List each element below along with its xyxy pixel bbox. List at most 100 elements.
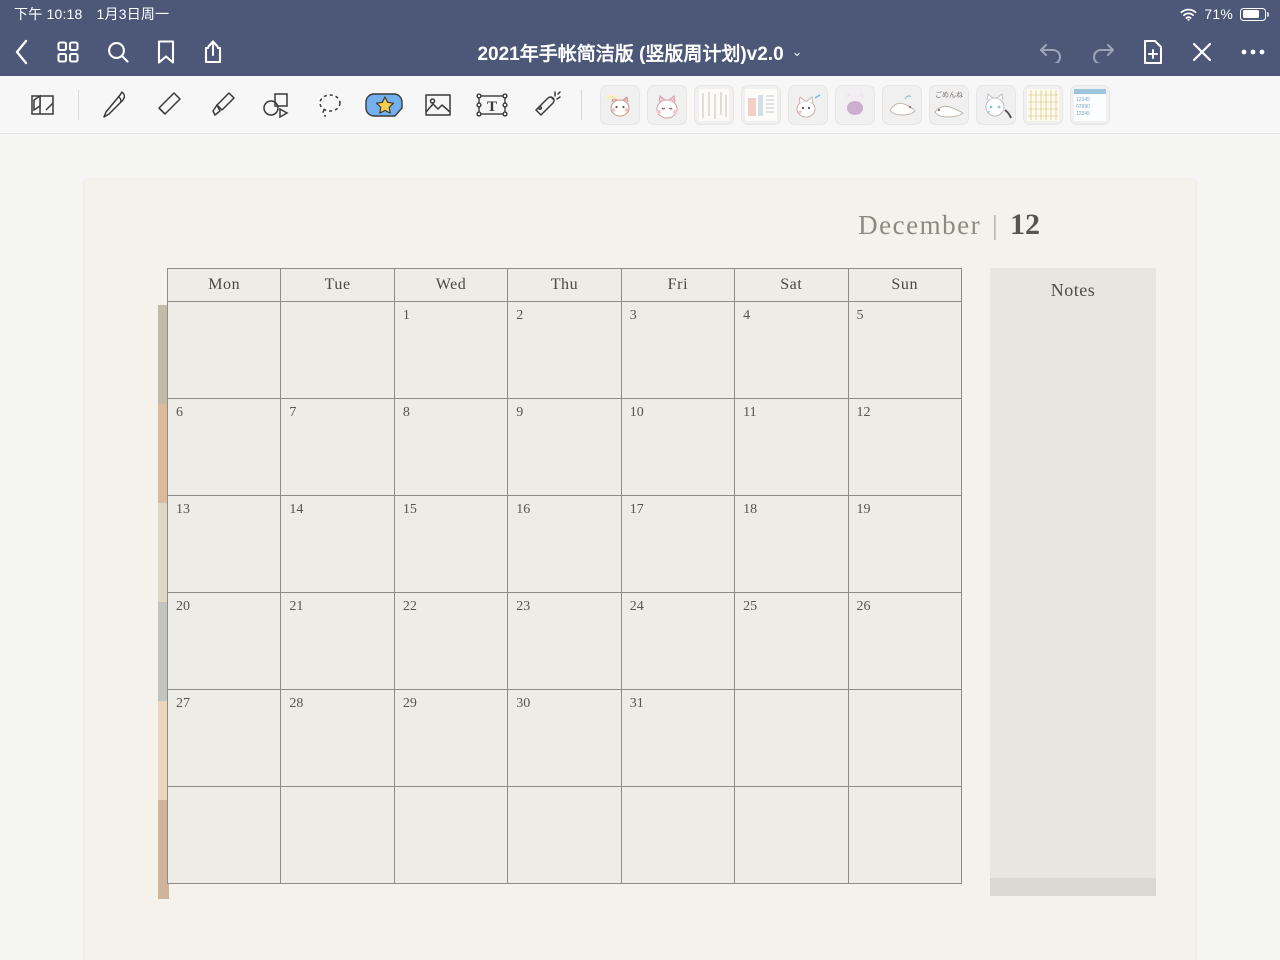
day-number: 23 — [516, 599, 531, 614]
calendar-day-cell-7[interactable]: 7 — [280, 398, 395, 496]
day-number: 17 — [629, 502, 644, 517]
sticker-thumb-cat-crying[interactable] — [976, 84, 1016, 125]
sticker-thumb-grid-sheet[interactable] — [1023, 84, 1063, 125]
calendar-day-cell-13[interactable]: 13 — [166, 495, 282, 593]
calendar-day-cell-20[interactable]: 20 — [166, 592, 282, 690]
notebook-page[interactable]: December | 12 Mon Tue Wed Thu Fri Sat Sun 1234… — [85, 180, 1195, 960]
day-number: 26 — [856, 599, 871, 614]
calendar-body: 1 2 3 4 5 6 7 8 9 10 11 12 13 14 15 16 17 18 19 20 21 22 23 24 2… — [166, 301, 963, 884]
sticker-thumb-cat-purple[interactable] — [835, 84, 875, 125]
calendar-day-cell-21[interactable]: 21 — [280, 592, 395, 690]
add-page-button[interactable] — [1142, 39, 1164, 65]
close-button[interactable] — [1190, 40, 1214, 64]
calendar-empty-cell[interactable] — [166, 301, 282, 399]
calendar-day-cell-26[interactable]: 26 — [847, 592, 963, 690]
calendar-day-cell-14[interactable]: 14 — [280, 495, 395, 593]
calendar-day-cell-11[interactable]: 11 — [734, 398, 849, 496]
calendar-empty-cell[interactable] — [847, 786, 963, 884]
day-number: 12 — [856, 405, 871, 420]
calendar-day-cell-3[interactable]: 3 — [620, 301, 736, 399]
calendar-day-cell-15[interactable]: 15 — [393, 495, 509, 593]
calendar-day-cell-19[interactable]: 19 — [847, 495, 963, 593]
calendar-empty-cell[interactable] — [393, 786, 509, 884]
back-button[interactable] — [14, 39, 30, 65]
calendar-week-row: 27 28 29 30 31 — [166, 689, 963, 787]
highlighter-tool[interactable] — [195, 82, 249, 128]
calendar-day-cell-8[interactable]: 8 — [393, 398, 509, 496]
calendar-empty-cell[interactable] — [280, 786, 395, 884]
day-number: 4 — [743, 308, 751, 323]
status-bar-left: 下午 10:18 1月3日周一 — [14, 4, 169, 24]
svg-text:T: T — [487, 99, 497, 115]
day-number — [168, 787, 280, 793]
day-number: 29 — [402, 696, 417, 711]
magic-wand-tool[interactable] — [519, 82, 573, 128]
sticker-thumb-text-sheet[interactable] — [694, 84, 734, 125]
calendar-day-cell-29[interactable]: 29 — [393, 689, 509, 787]
bookmark-button[interactable] — [156, 39, 176, 65]
undo-button[interactable] — [1038, 41, 1064, 63]
day-number — [735, 787, 847, 793]
text-tool[interactable]: T — [465, 82, 519, 128]
calendar-day-cell-1[interactable]: 1 — [393, 301, 509, 399]
calendar-day-cell-5[interactable]: 5 — [847, 301, 963, 399]
calendar-day-cell-25[interactable]: 25 — [734, 592, 849, 690]
sticker-thumb-cat-gomenne[interactable]: ごめんね — [929, 84, 969, 125]
document-canvas[interactable]: December | 12 Mon Tue Wed Thu Fri Sat Sun 1234… — [0, 134, 1280, 960]
sticker-thumb-number-sheet[interactable]: 12345 67890 12345 — [1070, 84, 1110, 125]
header-separator: | — [992, 210, 999, 240]
thumbnails-button[interactable] — [56, 40, 80, 64]
calendar-day-cell-12[interactable]: 12 — [847, 398, 963, 496]
nav-bar: 2021年手帐简洁版 (竖版周计划)v2.0 ⌄ — [0, 28, 1280, 76]
sticker-thumb-cat-ok[interactable] — [788, 84, 828, 125]
calendar-day-cell-23[interactable]: 23 — [507, 592, 622, 690]
calendar-day-cell-6[interactable]: 6 — [166, 398, 282, 496]
calendar-day-cell-28[interactable]: 28 — [280, 689, 395, 787]
calendar-empty-cell[interactable] — [620, 786, 736, 884]
calendar-day-cell-10[interactable]: 10 — [620, 398, 736, 496]
calendar-week-row: 1 2 3 4 5 — [166, 301, 963, 399]
notes-panel[interactable]: Notes — [990, 268, 1156, 896]
sticker-thumb-cat-wave[interactable] — [600, 84, 640, 125]
tool-palette: T ごめんね 12345 67890 12345 — [0, 76, 1280, 134]
calendar-day-cell-22[interactable]: 22 — [393, 592, 509, 690]
calendar-day-cell-2[interactable]: 2 — [507, 301, 622, 399]
page-flip-tool[interactable] — [16, 82, 70, 128]
calendar-day-cell-31[interactable]: 31 — [620, 689, 736, 787]
calendar-day-cell-24[interactable]: 24 — [620, 592, 736, 690]
share-button[interactable] — [202, 39, 224, 65]
calendar-day-cell-30[interactable]: 30 — [507, 689, 622, 787]
redo-button[interactable] — [1090, 41, 1116, 63]
sticker-thumb-cat-pink-ears[interactable] — [647, 84, 687, 125]
toolbar-divider — [78, 89, 79, 120]
more-button[interactable] — [1240, 48, 1266, 56]
calendar-day-cell-17[interactable]: 17 — [620, 495, 736, 593]
calendar-empty-cell[interactable] — [507, 786, 622, 884]
calendar-day-cell-16[interactable]: 16 — [507, 495, 622, 593]
calendar-empty-cell[interactable] — [734, 689, 849, 787]
calendar-day-cell-4[interactable]: 4 — [734, 301, 849, 399]
sticker-thumb-cat-lying[interactable] — [882, 84, 922, 125]
calendar-empty-cell[interactable] — [166, 786, 282, 884]
calendar-empty-cell[interactable] — [734, 786, 849, 884]
sticker-tool[interactable] — [357, 82, 411, 128]
notes-title: Notes — [1050, 280, 1096, 300]
sticker-thumb-washi-sheet[interactable] — [741, 84, 781, 125]
pen-tool[interactable] — [87, 82, 141, 128]
calendar-empty-cell[interactable] — [847, 689, 963, 787]
svg-text:67890: 67890 — [1076, 104, 1090, 110]
day-number: 20 — [176, 599, 190, 614]
calendar-day-cell-27[interactable]: 27 — [166, 689, 282, 787]
calendar-grid[interactable]: Mon Tue Wed Thu Fri Sat Sun 1 2 3 4 5 6 7 8 9 10 11 12 13 1… — [166, 268, 963, 884]
search-button[interactable] — [106, 40, 130, 64]
shapes-tool[interactable] — [249, 82, 303, 128]
status-bar: 下午 10:18 1月3日周一 71% — [0, 0, 1280, 28]
day-number: 10 — [629, 405, 644, 420]
calendar-empty-cell[interactable] — [280, 301, 395, 399]
eraser-tool[interactable] — [141, 82, 195, 128]
lasso-tool[interactable] — [303, 82, 357, 128]
image-tool[interactable] — [411, 82, 465, 128]
calendar-day-cell-18[interactable]: 18 — [734, 495, 849, 593]
calendar-day-cell-9[interactable]: 9 — [507, 398, 622, 496]
calendar-week-row: 6 7 8 9 10 11 12 — [166, 398, 963, 496]
